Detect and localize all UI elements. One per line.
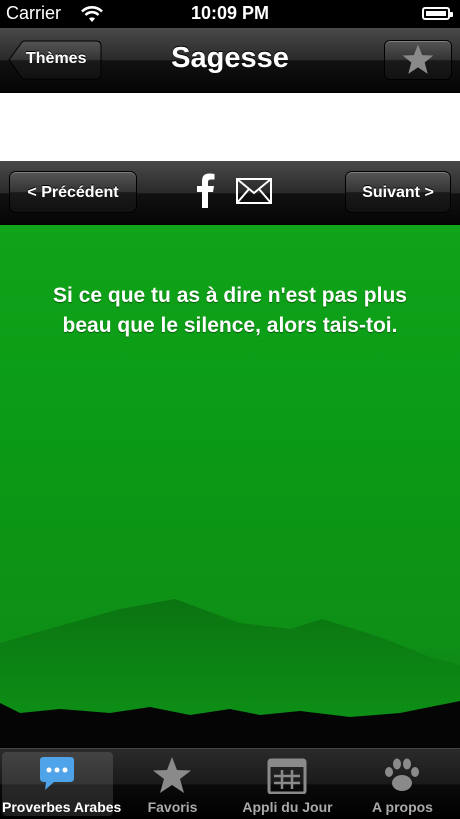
quote-area: Si ce que tu as à dire n'est pas plus be… — [0, 225, 460, 748]
tab-label: Proverbes Arabes — [2, 799, 122, 815]
mail-icon[interactable] — [236, 178, 272, 204]
previous-button[interactable]: < Précédent — [9, 171, 137, 213]
tab-label: Favoris — [147, 799, 198, 815]
clock: 10:09 PM — [190, 3, 270, 23]
star-icon — [402, 44, 434, 74]
favorite-button[interactable] — [384, 40, 452, 80]
facebook-icon[interactable] — [193, 172, 217, 208]
tab-appli-du-jour[interactable]: Appli du Jour — [232, 752, 343, 816]
quote-toolbar: < Précédent Suivant > — [0, 161, 460, 225]
navigation-bar: Thèmes Sagesse — [0, 28, 460, 93]
ad-banner — [0, 93, 460, 161]
calendar-icon — [267, 758, 307, 794]
star-icon — [153, 757, 191, 793]
proverb-text: Si ce que tu as à dire n'est pas plus be… — [53, 284, 407, 337]
status-bar: Carrier 10:09 PM — [0, 0, 460, 28]
speech-bubble-icon — [40, 757, 74, 790]
paw-icon — [385, 758, 419, 791]
tab-proverbes-arabes[interactable]: Proverbes Arabes — [2, 752, 122, 816]
tab-favoris[interactable]: Favoris — [117, 752, 228, 816]
tab-label: A propos — [372, 799, 433, 815]
tab-a-propos[interactable]: A propos — [347, 752, 458, 816]
tab-bar: Proverbes Arabes Favoris Appli du Jour A… — [0, 748, 460, 819]
next-button[interactable]: Suivant > — [345, 171, 451, 213]
tab-label: Appli du Jour — [242, 799, 333, 815]
battery-icon — [422, 7, 453, 20]
